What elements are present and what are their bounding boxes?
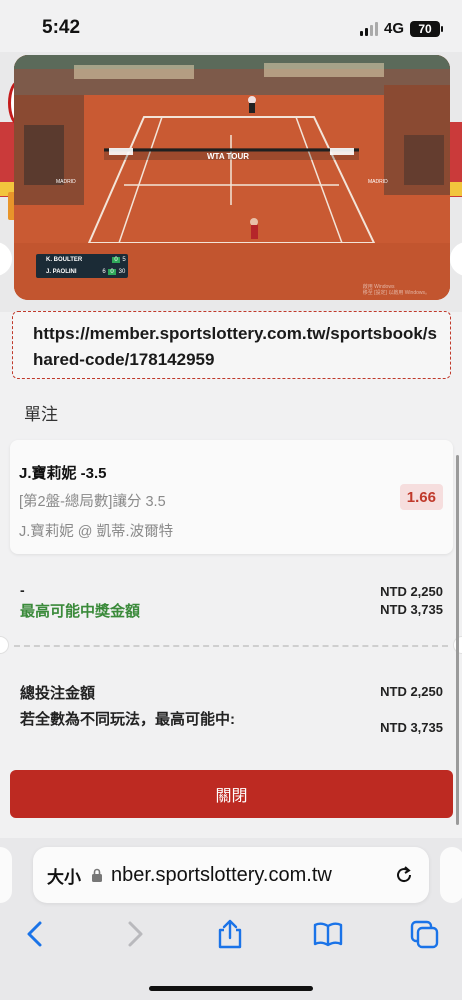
- prev-tab-peek[interactable]: [0, 847, 12, 903]
- total-stake-value: NTD 2,250: [380, 684, 443, 699]
- scrollbar[interactable]: [456, 455, 459, 825]
- bet-card: J.寶莉妮 -3.5 [第2盤-總局數]讓分 3.5 J.寶莉妮 @ 凱蒂.波爾…: [10, 440, 453, 554]
- ticket-notch-left: [0, 636, 9, 654]
- bet-selection: J.寶莉妮 -3.5: [19, 465, 107, 482]
- max-win-value: NTD 3,735: [380, 602, 443, 617]
- reload-icon[interactable]: [393, 864, 415, 886]
- svg-text:WTA TOUR: WTA TOUR: [207, 152, 249, 161]
- stake-label: -: [20, 582, 25, 598]
- browser-toolbar: 大小 nber.sportslottery.com.tw: [0, 838, 462, 1000]
- next-tab-peek[interactable]: [440, 847, 462, 903]
- status-time: 5:42: [42, 17, 81, 38]
- svg-text:MADRID: MADRID: [56, 179, 76, 185]
- svg-text:MADRID: MADRID: [368, 179, 388, 185]
- dashed-divider: [14, 645, 448, 647]
- bet-matchup: J.寶莉妮 @ 凱蒂.波爾特: [19, 524, 174, 540]
- share-icon[interactable]: [214, 918, 246, 950]
- address-bar[interactable]: 大小 nber.sportslottery.com.tw: [33, 847, 429, 903]
- notch-right: [450, 242, 462, 276]
- text-size-button[interactable]: 大小: [47, 863, 81, 888]
- chevron-left-icon[interactable]: [20, 918, 52, 950]
- chevron-right-icon[interactable]: [118, 918, 150, 950]
- lock-icon: [92, 868, 102, 882]
- shared-url[interactable]: https://member.sportslottery.com.tw/spor…: [12, 311, 451, 379]
- total-stake-label: 總投注金額: [20, 685, 96, 702]
- tabs-icon[interactable]: [408, 918, 440, 950]
- status-bar: 5:42 4G 70: [0, 0, 462, 52]
- network-type: 4G: [383, 20, 404, 37]
- bottom-toolbar: [0, 910, 462, 960]
- battery-icon: 70: [410, 20, 443, 37]
- book-icon[interactable]: [312, 918, 344, 950]
- signal-icon: [359, 21, 378, 36]
- player2-name: J. PAOLINI: [46, 269, 77, 275]
- max-all-value: NTD 3,735: [380, 720, 443, 735]
- windows-watermark: 啟用 Windows 移至 [設定] 以啟用 Windows。: [362, 284, 430, 296]
- live-video[interactable]: WTA TOUR MADRID MADRID K. BOULTER 0 5 J.…: [14, 55, 450, 300]
- close-button[interactable]: 關閉: [10, 770, 453, 818]
- odds-badge: 1.66: [399, 484, 443, 510]
- home-indicator: [149, 986, 313, 991]
- section-title: 單注: [24, 405, 58, 424]
- address-domain: nber.sportslottery.com.tw: [111, 863, 332, 886]
- max-all-label: 若全數為不同玩法，最高可能中:: [20, 711, 235, 728]
- player1-name: K. BOULTER: [46, 257, 83, 263]
- notch-left: [0, 242, 12, 276]
- stake-value: NTD 2,250: [380, 584, 443, 599]
- max-win-label: 最高可能中獎金額: [20, 603, 141, 620]
- bet-market: [第2盤-總局數]讓分 3.5: [19, 494, 166, 510]
- scoreboard: K. BOULTER 0 5 J. PAOLINI 6 0 30: [36, 254, 128, 278]
